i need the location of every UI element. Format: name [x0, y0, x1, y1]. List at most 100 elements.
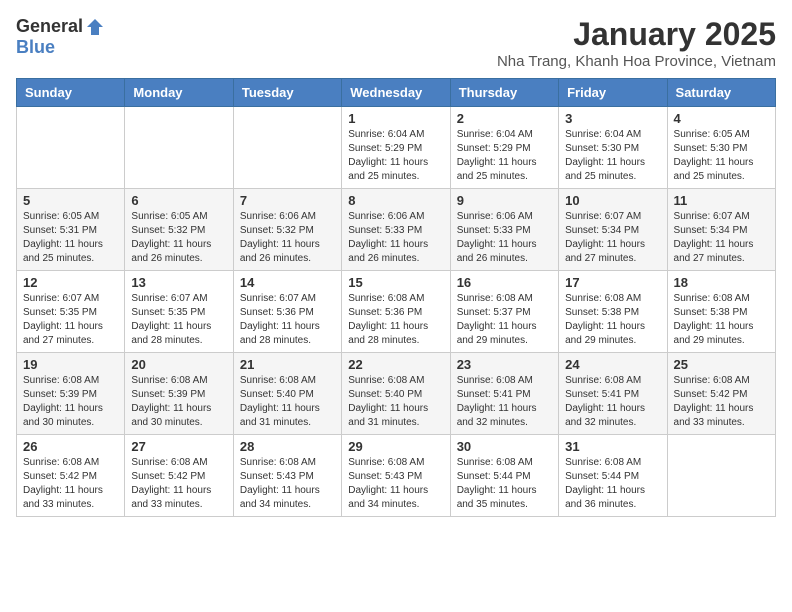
- day-info: Sunrise: 6:08 AM Sunset: 5:40 PM Dayligh…: [240, 374, 335, 430]
- calendar-cell: 4 Sunrise: 6:05 AM Sunset: 5:30 PM Daylig…: [667, 107, 775, 189]
- day-number: 8: [348, 193, 443, 208]
- calendar-cell: 25 Sunrise: 6:08 AM Sunset: 5:42 PM Dayli…: [667, 353, 775, 435]
- day-info: Sunrise: 6:04 AM Sunset: 5:29 PM Dayligh…: [457, 128, 552, 184]
- calendar-cell: 23 Sunrise: 6:08 AM Sunset: 5:41 PM Dayli…: [450, 353, 558, 435]
- month-title: January 2025: [497, 16, 776, 53]
- day-info: Sunrise: 6:05 AM Sunset: 5:31 PM Dayligh…: [23, 210, 118, 266]
- calendar-cell: 18 Sunrise: 6:08 AM Sunset: 5:38 PM Dayli…: [667, 271, 775, 353]
- day-info: Sunrise: 6:04 AM Sunset: 5:29 PM Dayligh…: [348, 128, 443, 184]
- day-info: Sunrise: 6:08 AM Sunset: 5:43 PM Dayligh…: [240, 456, 335, 512]
- day-of-week-header: Monday: [125, 79, 233, 107]
- logo-blue: Blue: [16, 37, 55, 58]
- calendar-cell: 8 Sunrise: 6:06 AM Sunset: 5:33 PM Daylig…: [342, 189, 450, 271]
- calendar-cell: [125, 107, 233, 189]
- calendar-cell: 19 Sunrise: 6:08 AM Sunset: 5:39 PM Dayli…: [17, 353, 125, 435]
- day-number: 27: [131, 439, 226, 454]
- calendar-cell: [667, 435, 775, 517]
- calendar-cell: 2 Sunrise: 6:04 AM Sunset: 5:29 PM Daylig…: [450, 107, 558, 189]
- day-number: 11: [674, 193, 769, 208]
- day-info: Sunrise: 6:08 AM Sunset: 5:42 PM Dayligh…: [131, 456, 226, 512]
- calendar-cell: 31Sunrise: 6:08 AM Sunset: 5:44 PM Dayli…: [559, 435, 667, 517]
- calendar-cell: 15 Sunrise: 6:08 AM Sunset: 5:36 PM Dayli…: [342, 271, 450, 353]
- day-info: Sunrise: 6:08 AM Sunset: 5:36 PM Dayligh…: [348, 292, 443, 348]
- day-info: Sunrise: 6:07 AM Sunset: 5:34 PM Dayligh…: [565, 210, 660, 266]
- day-info: Sunrise: 6:07 AM Sunset: 5:34 PM Dayligh…: [674, 210, 769, 266]
- calendar-cell: 20Sunrise: 6:08 AM Sunset: 5:39 PM Dayli…: [125, 353, 233, 435]
- day-number: 1: [348, 111, 443, 126]
- day-number: 15: [348, 275, 443, 290]
- day-info: Sunrise: 6:08 AM Sunset: 5:43 PM Dayligh…: [348, 456, 443, 512]
- day-info: Sunrise: 6:08 AM Sunset: 5:44 PM Dayligh…: [457, 456, 552, 512]
- day-info: Sunrise: 6:08 AM Sunset: 5:39 PM Dayligh…: [23, 374, 118, 430]
- day-number: 2: [457, 111, 552, 126]
- day-number: 17: [565, 275, 660, 290]
- day-number: 3: [565, 111, 660, 126]
- day-info: Sunrise: 6:06 AM Sunset: 5:32 PM Dayligh…: [240, 210, 335, 266]
- day-info: Sunrise: 6:08 AM Sunset: 5:41 PM Dayligh…: [565, 374, 660, 430]
- day-number: 29: [348, 439, 443, 454]
- day-info: Sunrise: 6:08 AM Sunset: 5:39 PM Dayligh…: [131, 374, 226, 430]
- day-number: 12: [23, 275, 118, 290]
- day-number: 26: [23, 439, 118, 454]
- day-number: 28: [240, 439, 335, 454]
- day-info: Sunrise: 6:08 AM Sunset: 5:42 PM Dayligh…: [23, 456, 118, 512]
- day-number: 23: [457, 357, 552, 372]
- calendar-cell: 10Sunrise: 6:07 AM Sunset: 5:34 PM Dayli…: [559, 189, 667, 271]
- day-number: 16: [457, 275, 552, 290]
- logo-general: General: [16, 16, 83, 37]
- calendar-cell: [233, 107, 341, 189]
- calendar-week-row: 12 Sunrise: 6:07 AM Sunset: 5:35 PM Dayli…: [17, 271, 776, 353]
- day-info: Sunrise: 6:06 AM Sunset: 5:33 PM Dayligh…: [457, 210, 552, 266]
- logo-icon: [85, 17, 105, 37]
- day-info: Sunrise: 6:08 AM Sunset: 5:38 PM Dayligh…: [565, 292, 660, 348]
- calendar-cell: 17 Sunrise: 6:08 AM Sunset: 5:38 PM Dayli…: [559, 271, 667, 353]
- day-number: 19: [23, 357, 118, 372]
- day-of-week-header: Saturday: [667, 79, 775, 107]
- day-number: 13: [131, 275, 226, 290]
- day-info: Sunrise: 6:08 AM Sunset: 5:37 PM Dayligh…: [457, 292, 552, 348]
- day-info: Sunrise: 6:08 AM Sunset: 5:41 PM Dayligh…: [457, 374, 552, 430]
- day-number: 5: [23, 193, 118, 208]
- calendar-cell: 12 Sunrise: 6:07 AM Sunset: 5:35 PM Dayli…: [17, 271, 125, 353]
- calendar-cell: 28 Sunrise: 6:08 AM Sunset: 5:43 PM Dayli…: [233, 435, 341, 517]
- calendar-cell: 3 Sunrise: 6:04 AM Sunset: 5:30 PM Daylig…: [559, 107, 667, 189]
- day-info: Sunrise: 6:06 AM Sunset: 5:33 PM Dayligh…: [348, 210, 443, 266]
- calendar-cell: 22Sunrise: 6:08 AM Sunset: 5:40 PM Dayli…: [342, 353, 450, 435]
- calendar-cell: 21 Sunrise: 6:08 AM Sunset: 5:40 PM Dayli…: [233, 353, 341, 435]
- calendar-cell: 30 Sunrise: 6:08 AM Sunset: 5:44 PM Dayli…: [450, 435, 558, 517]
- day-number: 18: [674, 275, 769, 290]
- calendar-table: SundayMondayTuesdayWednesdayThursdayFrid…: [16, 78, 776, 517]
- day-info: Sunrise: 6:05 AM Sunset: 5:30 PM Dayligh…: [674, 128, 769, 184]
- calendar-cell: 6 Sunrise: 6:05 AM Sunset: 5:32 PM Daylig…: [125, 189, 233, 271]
- day-number: 6: [131, 193, 226, 208]
- day-of-week-header: Thursday: [450, 79, 558, 107]
- day-number: 25: [674, 357, 769, 372]
- day-info: Sunrise: 6:07 AM Sunset: 5:35 PM Dayligh…: [23, 292, 118, 348]
- calendar-cell: 29 Sunrise: 6:08 AM Sunset: 5:43 PM Dayli…: [342, 435, 450, 517]
- calendar-cell: 16 Sunrise: 6:08 AM Sunset: 5:37 PM Dayli…: [450, 271, 558, 353]
- calendar-cell: 27 Sunrise: 6:08 AM Sunset: 5:42 PM Dayli…: [125, 435, 233, 517]
- calendar-cell: 14Sunrise: 6:07 AM Sunset: 5:36 PM Dayli…: [233, 271, 341, 353]
- title-section: January 2025 Nha Trang, Khanh Hoa Provin…: [497, 16, 776, 70]
- day-number: 24: [565, 357, 660, 372]
- calendar-week-row: 1 Sunrise: 6:04 AM Sunset: 5:29 PM Daylig…: [17, 107, 776, 189]
- calendar-header-row: SundayMondayTuesdayWednesdayThursdayFrid…: [17, 79, 776, 107]
- calendar-week-row: 26 Sunrise: 6:08 AM Sunset: 5:42 PM Dayli…: [17, 435, 776, 517]
- day-info: Sunrise: 6:08 AM Sunset: 5:38 PM Dayligh…: [674, 292, 769, 348]
- day-of-week-header: Wednesday: [342, 79, 450, 107]
- calendar-cell: 24 Sunrise: 6:08 AM Sunset: 5:41 PM Dayli…: [559, 353, 667, 435]
- day-number: 4: [674, 111, 769, 126]
- day-of-week-header: Tuesday: [233, 79, 341, 107]
- calendar-cell: 13Sunrise: 6:07 AM Sunset: 5:35 PM Dayli…: [125, 271, 233, 353]
- day-of-week-header: Friday: [559, 79, 667, 107]
- location-subtitle: Nha Trang, Khanh Hoa Province, Vietnam: [497, 53, 776, 70]
- day-info: Sunrise: 6:08 AM Sunset: 5:42 PM Dayligh…: [674, 374, 769, 430]
- day-number: 30: [457, 439, 552, 454]
- calendar-cell: 11 Sunrise: 6:07 AM Sunset: 5:34 PM Dayli…: [667, 189, 775, 271]
- day-info: Sunrise: 6:08 AM Sunset: 5:44 PM Dayligh…: [565, 456, 660, 512]
- day-number: 9: [457, 193, 552, 208]
- day-number: 21: [240, 357, 335, 372]
- day-info: Sunrise: 6:05 AM Sunset: 5:32 PM Dayligh…: [131, 210, 226, 266]
- day-info: Sunrise: 6:04 AM Sunset: 5:30 PM Dayligh…: [565, 128, 660, 184]
- page-header: General Blue January 2025 Nha Trang, Kha…: [16, 16, 776, 70]
